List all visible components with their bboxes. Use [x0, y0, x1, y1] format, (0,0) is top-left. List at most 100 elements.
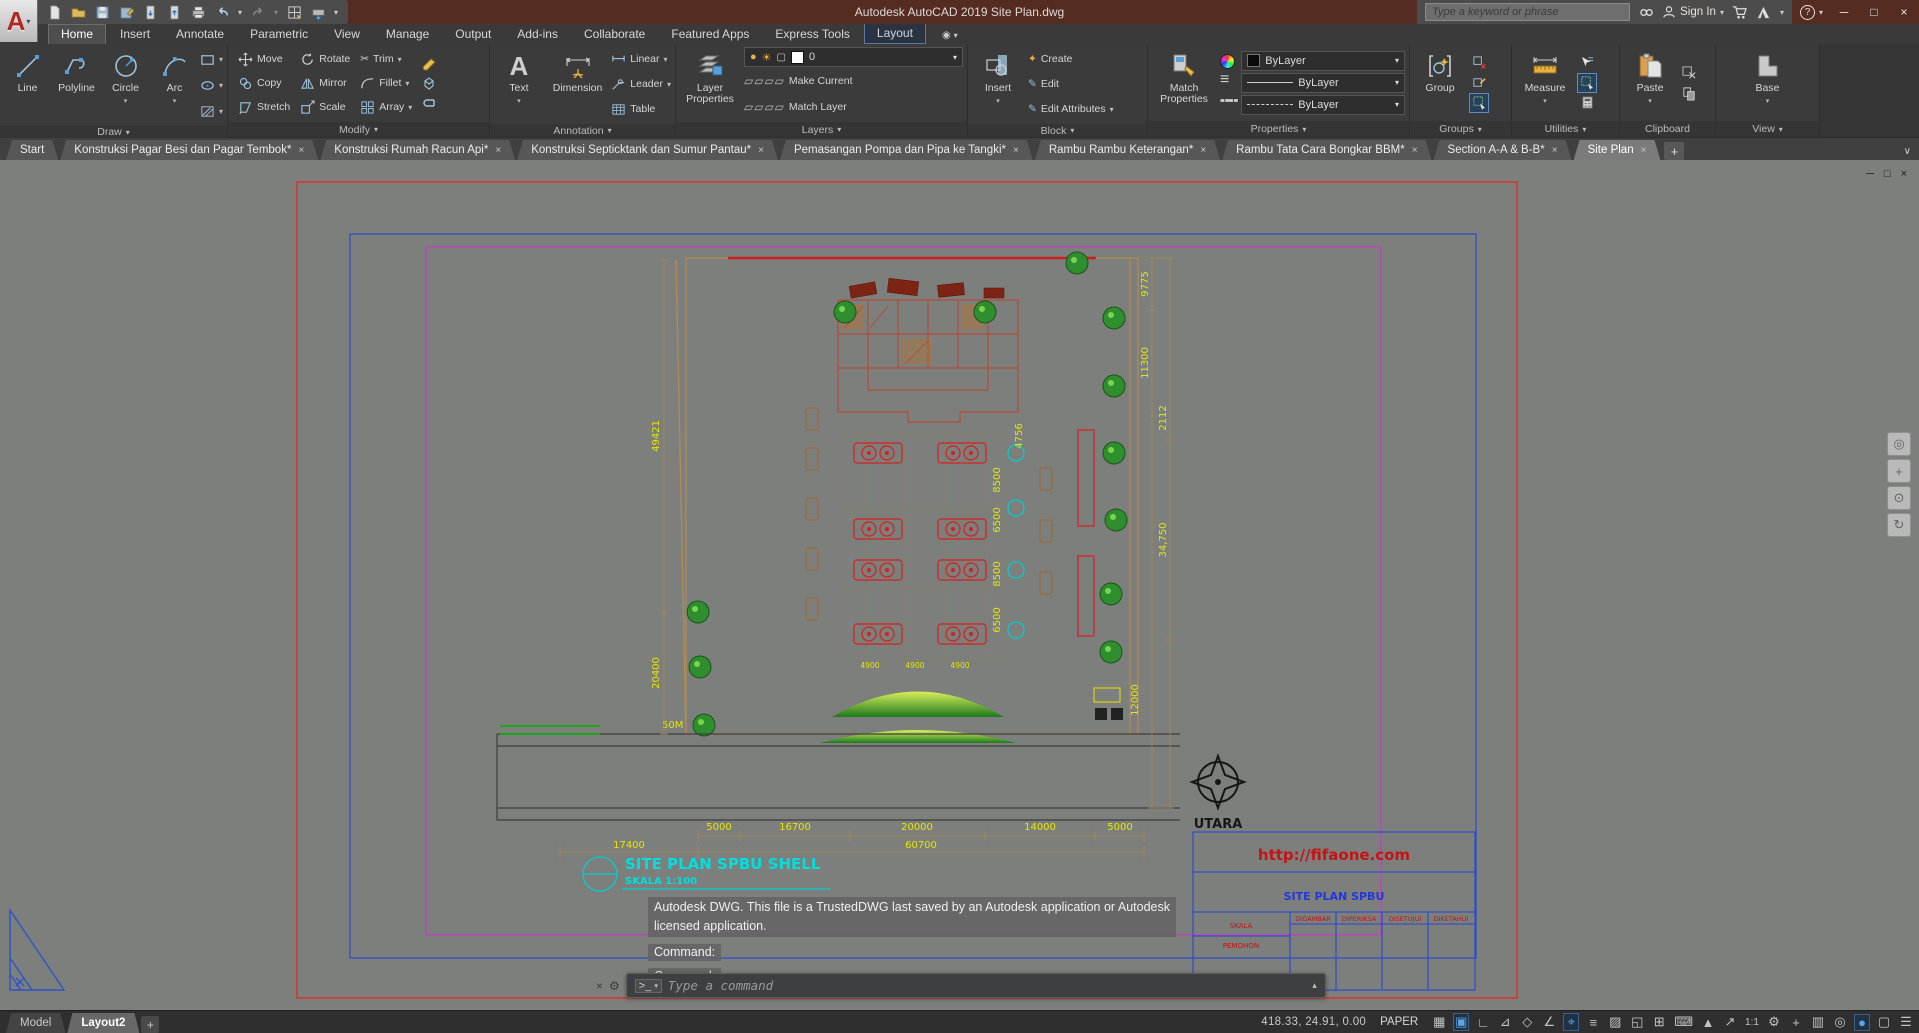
new-drawing-button[interactable] [46, 4, 62, 20]
graphics-performance-icon[interactable]: ● [1855, 1015, 1869, 1030]
orbit-button[interactable]: ↻ [1887, 513, 1911, 537]
id-point-button[interactable] [1578, 74, 1596, 92]
close-icon[interactable]: × [298, 145, 304, 156]
command-close-icon[interactable]: × [596, 979, 603, 993]
dynamic-ucs-icon[interactable]: ⊞ [1652, 1014, 1666, 1030]
tab-express-tools[interactable]: Express Tools [763, 25, 861, 44]
file-tab[interactable]: Section A-A & B-B*× [1434, 140, 1572, 160]
tab-view[interactable]: View [322, 25, 372, 44]
make-current-button[interactable]: Make Current [789, 75, 853, 87]
erase-button[interactable] [420, 54, 438, 72]
redo-dropdown[interactable]: ▾ [274, 8, 278, 17]
command-customize-icon[interactable]: ⚙ [609, 979, 620, 993]
copy-clip-button[interactable] [1680, 84, 1698, 102]
command-prompt-icon[interactable]: >_▾ [635, 979, 662, 993]
arc-button[interactable]: Arc ▾ [151, 47, 198, 123]
pan-button[interactable]: + [1887, 459, 1911, 483]
file-tab-start[interactable]: Start [6, 140, 58, 160]
close-icon[interactable]: × [1641, 145, 1647, 156]
selection-cycling-icon[interactable]: ◱ [1630, 1014, 1644, 1030]
group-button[interactable]: Group [1414, 47, 1466, 118]
array-button[interactable]: Array▾ [360, 95, 412, 119]
insert-block-button[interactable]: Insert ▾ [972, 47, 1024, 121]
layer-dropdown[interactable]: ● ☀ ▢ 0 ▾ [744, 47, 963, 67]
panel-title-clipboard[interactable]: Clipboard [1620, 121, 1715, 137]
new-drawing-tab-button[interactable]: + [1664, 142, 1684, 160]
layer-properties-button[interactable]: Layer Properties [680, 47, 740, 119]
layout-viewports-button[interactable] [286, 4, 302, 20]
command-input[interactable] [668, 978, 1306, 993]
file-tab[interactable]: Rambu Rambu Keterangan*× [1035, 140, 1220, 160]
circle-button[interactable]: Circle ▾ [102, 47, 149, 123]
layer-tool-icons[interactable]: ▱▱▱▱ [744, 74, 785, 88]
panel-title-utilities[interactable]: Utilities▾ [1512, 121, 1619, 137]
quick-select-button[interactable] [1578, 54, 1596, 72]
transparency-icon[interactable]: ▨ [1608, 1014, 1622, 1030]
doc-restore-button[interactable]: □ [1884, 168, 1891, 180]
paste-button[interactable]: Paste ▾ [1624, 47, 1676, 118]
close-icon[interactable]: × [1552, 145, 1558, 156]
file-tab[interactable]: Rambu Tata Cara Bongkar BBM*× [1222, 140, 1431, 160]
autoscale-icon[interactable]: ↗ [1723, 1014, 1737, 1030]
panel-title-properties[interactable]: Properties▾ [1148, 121, 1409, 137]
tab-featured-apps[interactable]: Featured Apps [659, 25, 761, 44]
doc-close-button[interactable]: × [1901, 168, 1907, 180]
qat-customize-dropdown[interactable]: ▾ [334, 8, 338, 17]
object-color-dropdown[interactable]: ByLayer▾ [1241, 51, 1405, 71]
dimension-button[interactable]: Dimension [548, 47, 607, 121]
cut-button[interactable] [1680, 63, 1698, 81]
app-store-cart-icon[interactable] [1732, 4, 1748, 20]
chevron-down-icon[interactable]: ▾ [1780, 8, 1784, 17]
file-tab[interactable]: Konstruksi Pagar Besi dan Pagar Tembok*× [60, 140, 318, 160]
panel-title-draw[interactable]: Draw▾ [0, 126, 227, 138]
edit-block-button[interactable]: ✎Edit [1028, 72, 1114, 96]
ortho-icon[interactable]: ∟ [1476, 1015, 1490, 1030]
redo-button[interactable] [250, 4, 266, 20]
close-button[interactable]: × [1889, 0, 1919, 24]
leader-button[interactable]: Leader▾ [611, 72, 671, 96]
rotate-button[interactable]: Rotate [300, 47, 350, 71]
panel-title-layers[interactable]: Layers▾ [676, 122, 967, 137]
isolate-objects-icon[interactable]: ◎ [1833, 1014, 1847, 1030]
explode-button[interactable] [420, 74, 438, 92]
lineweight-icon[interactable]: ≡ [1586, 1015, 1600, 1030]
close-icon[interactable]: × [1412, 145, 1418, 156]
lineweight-stack-icon[interactable]: ≡ [1220, 71, 1237, 89]
customization-menu-icon[interactable]: ☰ [1899, 1014, 1913, 1030]
create-block-button[interactable]: ✦Create [1028, 47, 1114, 71]
close-icon[interactable]: × [495, 145, 501, 156]
tab-parametric[interactable]: Parametric [238, 25, 320, 44]
polyline-button[interactable]: Polyline [53, 47, 100, 123]
file-tab[interactable]: Konstruksi Septicktank dan Sumur Pantau*… [517, 140, 778, 160]
tab-output[interactable]: Output [443, 25, 503, 44]
undo-button[interactable] [214, 4, 230, 20]
group-edit-button[interactable] [1470, 74, 1488, 92]
ellipse-tool-button[interactable]: ▾ [200, 73, 223, 97]
edit-attributes-button[interactable]: ✎Edit Attributes▾ [1028, 97, 1114, 121]
snap-mode-icon[interactable]: ▣ [1454, 1014, 1468, 1030]
hatch-tool-button[interactable]: ▾ [200, 99, 223, 123]
save-button[interactable] [94, 4, 110, 20]
doc-minimize-button[interactable]: ─ [1866, 168, 1874, 180]
line-button[interactable]: Line [4, 47, 51, 123]
quick-calc-button[interactable] [1578, 94, 1596, 112]
steering-wheel-button[interactable]: ◎ [1887, 432, 1911, 456]
tab-annotate[interactable]: Annotate [164, 25, 236, 44]
workspace-switching-icon[interactable]: ⚙ [1767, 1014, 1781, 1030]
tab-overflow-chevron-icon[interactable]: ∨ [1904, 146, 1911, 157]
color-wheel-icon[interactable] [1220, 54, 1235, 69]
stretch-button[interactable]: Stretch [238, 95, 290, 119]
recent-commands-icon[interactable]: ▴ [1312, 980, 1317, 991]
tab-insert[interactable]: Insert [108, 25, 162, 44]
undo-dropdown[interactable]: ▾ [238, 8, 242, 17]
join-button[interactable] [420, 94, 438, 112]
model-tab[interactable]: Model [6, 1013, 65, 1033]
table-button[interactable]: Table [611, 97, 671, 121]
zoom-button[interactable]: ⊙ [1887, 486, 1911, 510]
file-tab[interactable]: Konstruksi Rumah Racun Api*× [320, 140, 515, 160]
lineweight-dropdown[interactable]: ByLayer▾ [1241, 73, 1405, 93]
linetype-stack-icon[interactable]: ╍╍ [1220, 91, 1237, 111]
linear-dimension-button[interactable]: Linear▾ [611, 47, 671, 71]
quick-properties-icon[interactable]: ▥ [1811, 1014, 1825, 1030]
drawing-canvas[interactable]: 50M 49421 20400 9775 11300 2112 4756 34,… [0, 160, 1919, 1010]
